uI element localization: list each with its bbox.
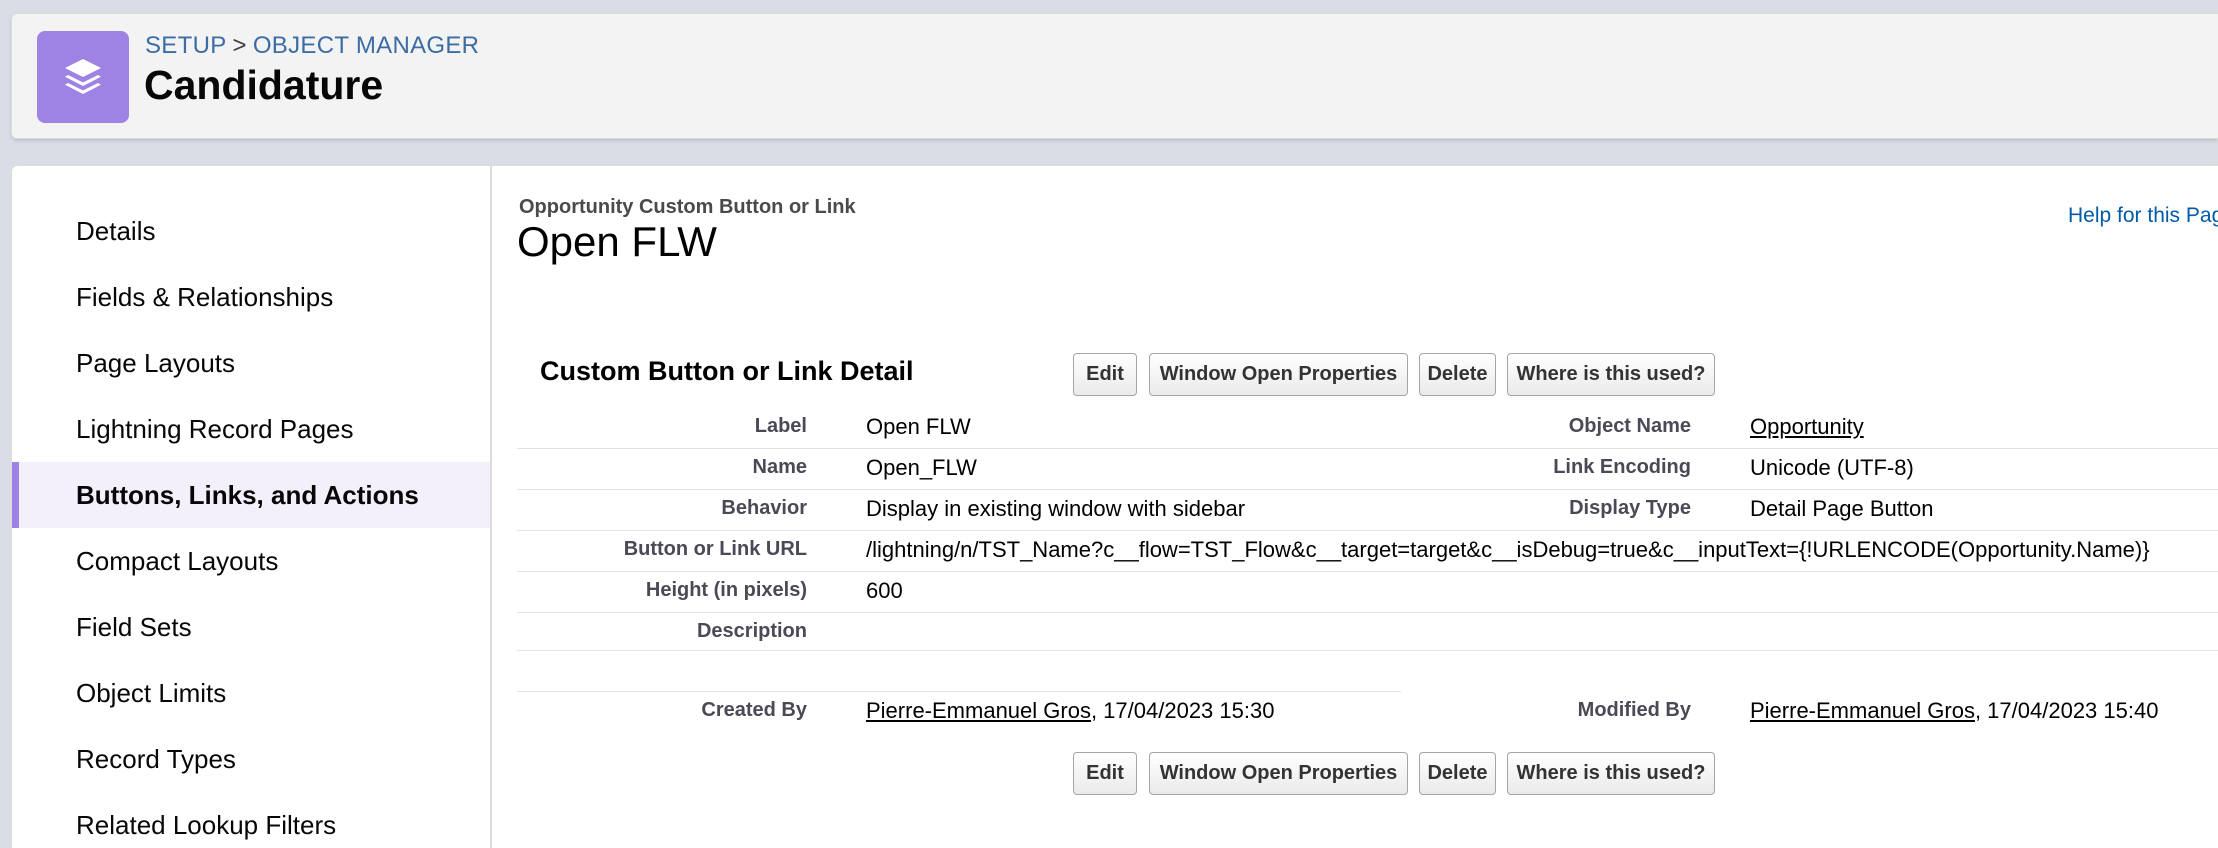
row-divider: [517, 612, 2218, 613]
edit-button[interactable]: Edit: [1073, 353, 1137, 396]
label-field-value: Open FLW: [866, 414, 971, 439]
help-link[interactable]: Help for this Pag: [2068, 204, 2218, 228]
sidebar-item-fields-relationships[interactable]: Fields & Relationships: [12, 264, 490, 330]
record-type-subtitle: Opportunity Custom Button or Link: [519, 196, 856, 218]
sidebar-item-lightning-record-pages[interactable]: Lightning Record Pages: [12, 396, 490, 462]
url-field-label: Button or Link URL: [623, 538, 807, 560]
window-open-properties-button[interactable]: Window Open Properties: [1149, 353, 1408, 396]
created-by-label: Created By: [701, 699, 807, 721]
row-divider: [517, 530, 2218, 531]
link-encoding-value: Unicode (UTF-8): [1750, 455, 1914, 480]
where-used-button[interactable]: Where is this used?: [1507, 353, 1715, 396]
created-date: , 17/04/2023 15:30: [1090, 698, 1275, 723]
sidebar-item-compact-layouts[interactable]: Compact Layouts: [12, 528, 490, 594]
created-by-user-link[interactable]: Pierre-Emmanuel Gros: [866, 698, 1091, 723]
sidebar-item-object-limits[interactable]: Object Limits: [12, 660, 490, 726]
object-name-label: Object Name: [1568, 415, 1691, 437]
detail-content: Opportunity Custom Button or Link Open F…: [493, 166, 2218, 848]
modified-by-value: Pierre-Emmanuel Gros, 17/04/2023 15:40: [1750, 698, 2158, 724]
sidebar-item-details[interactable]: Details: [12, 198, 490, 264]
edit-button[interactable]: Edit: [1073, 752, 1137, 795]
row-divider: [517, 571, 2218, 572]
link-encoding-label: Link Encoding: [1553, 456, 1691, 478]
height-field-label: Height (in pixels): [645, 579, 807, 601]
breadcrumb-separator: >: [232, 32, 247, 59]
height-field-value: 600: [866, 578, 903, 603]
sidebar-item-buttons-links-actions[interactable]: Buttons, Links, and Actions: [12, 462, 490, 528]
sidebar-item-related-lookup-filters[interactable]: Related Lookup Filters: [12, 792, 490, 848]
name-field-value: Open_FLW: [866, 455, 977, 480]
row-divider: [517, 448, 2218, 449]
name-field-label: Name: [752, 456, 807, 478]
breadcrumb-setup-link[interactable]: SETUP: [145, 32, 227, 59]
section-title: Custom Button or Link Detail: [540, 356, 914, 386]
modified-by-user-link[interactable]: Pierre-Emmanuel Gros: [1750, 698, 1975, 723]
display-type-value: Detail Page Button: [1750, 496, 1934, 521]
record-title: Open FLW: [517, 218, 717, 265]
label-field-label: Label: [754, 415, 807, 437]
row-divider: [517, 489, 2218, 490]
sidebar-item-field-sets[interactable]: Field Sets: [12, 594, 490, 660]
object-name-value: Opportunity: [1750, 414, 1864, 440]
breadcrumb-object-manager-link[interactable]: OBJECT MANAGER: [253, 32, 479, 59]
breadcrumb: SETUP > OBJECT MANAGER: [145, 32, 479, 60]
behavior-field-value: Display in existing window with sidebar: [866, 496, 1246, 521]
url-field-value: /lightning/n/TST_Name?c__flow=TST_Flow&c…: [866, 537, 2150, 562]
row-divider: [517, 650, 2218, 651]
page-title: Candidature: [144, 62, 384, 108]
delete-button[interactable]: Delete: [1419, 353, 1496, 396]
page-header: SETUP > OBJECT MANAGER Candidature: [11, 13, 2218, 139]
sidebar: Details Fields & Relationships Page Layo…: [12, 166, 492, 848]
description-field-label: Description: [696, 620, 807, 642]
modified-by-label: Modified By: [1577, 699, 1691, 721]
delete-button[interactable]: Delete: [1419, 752, 1496, 795]
behavior-field-label: Behavior: [721, 497, 807, 519]
section-divider: [517, 691, 1401, 692]
sidebar-item-page-layouts[interactable]: Page Layouts: [12, 330, 490, 396]
object-name-link[interactable]: Opportunity: [1750, 414, 1864, 439]
window-open-properties-button[interactable]: Window Open Properties: [1149, 752, 1408, 795]
where-used-button[interactable]: Where is this used?: [1507, 752, 1715, 795]
main-panel: Details Fields & Relationships Page Layo…: [11, 165, 2218, 848]
layers-icon: [37, 31, 129, 123]
created-by-value: Pierre-Emmanuel Gros, 17/04/2023 15:30: [866, 698, 1274, 724]
sidebar-item-record-types[interactable]: Record Types: [12, 726, 490, 792]
modified-date: , 17/04/2023 15:40: [1974, 698, 2159, 723]
display-type-label: Display Type: [1569, 497, 1691, 519]
